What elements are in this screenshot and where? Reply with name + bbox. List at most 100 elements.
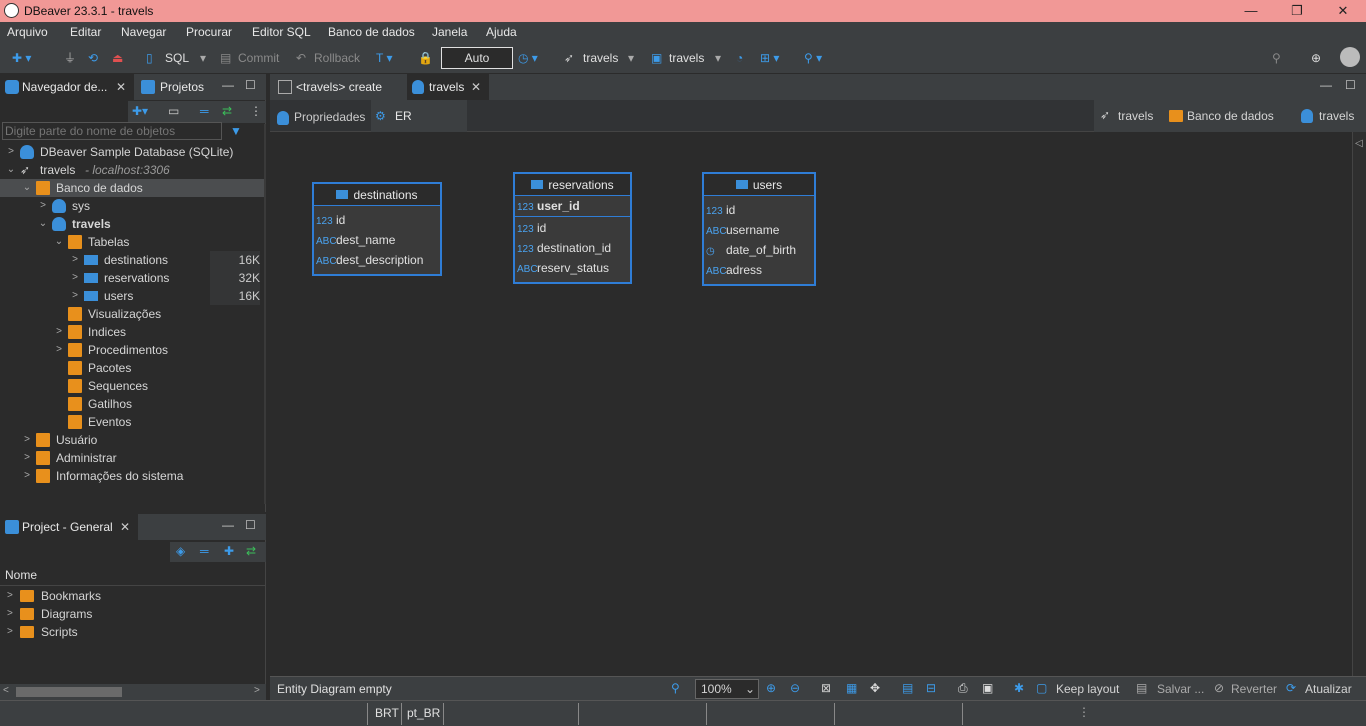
maximize-editor-icon[interactable]: ☐ (1345, 78, 1356, 92)
database-tasks-icon[interactable]: ⊞ ▾ (760, 48, 779, 68)
scrollbar-thumb[interactable] (16, 687, 122, 697)
tree-item[interactable]: > Informações do sistema (0, 467, 264, 485)
minimize-button[interactable]: — (1228, 0, 1274, 22)
lock-icon[interactable]: 🔒 (418, 48, 433, 68)
column-row[interactable]: ABCreserv_status (515, 258, 630, 278)
refresh-button[interactable]: Atualizar (1305, 682, 1352, 696)
collapse-all-icon[interactable]: ═ (200, 104, 209, 118)
maximize-panel-icon[interactable]: ☐ (245, 78, 256, 92)
sql-editor-icon[interactable]: ▯ (146, 48, 153, 68)
column-row[interactable]: 123 id (515, 218, 630, 238)
scroll-right-icon[interactable]: > (254, 685, 260, 696)
zoom-in-icon[interactable]: ⊕ (766, 681, 776, 695)
menu-ajuda[interactable]: Ajuda (486, 25, 517, 39)
chevron-right-icon[interactable]: > (7, 623, 13, 641)
chevron-right-icon[interactable]: > (70, 287, 80, 305)
chevron-right-icon[interactable]: > (22, 431, 32, 449)
tree-item[interactable]: Pacotes (0, 359, 264, 377)
move-icon[interactable]: ✥ (870, 681, 880, 695)
breadcrumb-connection[interactable]: travels (1118, 109, 1153, 123)
tree-item[interactable]: Eventos (0, 413, 264, 431)
breadcrumb-database[interactable]: travels (1319, 109, 1354, 123)
chevron-right-icon[interactable]: > (22, 449, 32, 467)
chevron-right-icon[interactable]: > (70, 251, 80, 269)
sql-dropdown-icon[interactable]: ▾ (200, 48, 206, 68)
chevron-down-icon[interactable]: ⌄ (6, 161, 16, 179)
fit-page-icon[interactable]: ⊠ (821, 681, 831, 695)
revert-icon[interactable]: ⊘ (1214, 681, 1224, 695)
scroll-left-icon[interactable]: < (3, 685, 9, 696)
column-row[interactable]: ABCdest_name (314, 230, 440, 250)
new-connection-icon[interactable]: ✚ ▾ (12, 48, 31, 68)
chevron-right-icon[interactable]: > (6, 143, 16, 161)
history-icon[interactable]: ◷ ▾ (518, 48, 538, 68)
search-tool-icon[interactable]: ⚲ ▾ (804, 48, 822, 68)
menu-editar[interactable]: Editar (70, 25, 101, 39)
chevron-down-icon[interactable]: ⌄ (38, 215, 48, 233)
entity-header[interactable]: users (704, 174, 814, 196)
connect-icon[interactable]: ⏚ (64, 48, 76, 68)
link-icon[interactable]: ⇄ (246, 544, 256, 558)
minimize-editor-icon[interactable]: — (1320, 78, 1332, 92)
status-drag-handle-icon[interactable]: ⋮ (1078, 705, 1090, 719)
column-row[interactable]: ABCusername (704, 220, 814, 240)
chevron-left-icon[interactable]: ◁ (1355, 138, 1363, 149)
rollback-button[interactable]: Rollback (314, 48, 360, 68)
chevron-right-icon[interactable]: > (70, 269, 80, 287)
column-header-nome[interactable]: Nome (0, 564, 266, 586)
tab-navegador[interactable]: Navegador de... ✕ (0, 74, 134, 100)
zoom-out-icon[interactable]: ⊖ (790, 681, 800, 695)
tree-item[interactable]: Sequences (0, 377, 264, 395)
configure-icon[interactable]: ◈ (176, 544, 185, 558)
arrange-icon[interactable]: ⊟ (926, 681, 936, 695)
view-menu-icon[interactable]: ⋮ (250, 104, 262, 118)
avatar[interactable] (1340, 47, 1360, 67)
entity-header[interactable]: destinations (314, 184, 440, 206)
tab-project-general[interactable]: Project - General ✕ (0, 514, 138, 540)
search-icon[interactable]: ⚲ (1272, 48, 1281, 68)
breadcrumb-folder[interactable]: Banco de dados (1187, 109, 1274, 123)
tree-item[interactable]: Visualizações (0, 305, 264, 323)
tree-item[interactable]: > users 16K (0, 287, 264, 305)
commit-button[interactable]: Commit (238, 48, 279, 68)
collapse-icon[interactable]: ═ (200, 544, 209, 558)
column-row[interactable]: ABCadress (704, 260, 814, 280)
column-row[interactable]: 123 destination_id (515, 238, 630, 258)
entity-destinations[interactable]: destinations 123 id ABCdest_name ABCdest_des… (312, 182, 442, 276)
tab-travels[interactable]: travels ✕ (407, 74, 489, 100)
transaction-mode-field[interactable]: Auto (441, 47, 513, 69)
column-row[interactable]: ABCdest_description (314, 250, 440, 270)
dashboard-icon[interactable]: ◔ (736, 48, 743, 68)
menu-procurar[interactable]: Procurar (186, 25, 232, 39)
palette-collapse-bar[interactable]: ◁ (1352, 132, 1366, 677)
tree-item[interactable]: > reservations 32K (0, 269, 264, 287)
chevron-right-icon[interactable]: > (54, 323, 64, 341)
open-perspective-icon[interactable]: ⊕ (1311, 48, 1321, 68)
layout-settings-icon[interactable]: ✱ (1014, 681, 1024, 695)
entity-reservations[interactable]: reservations 123 user_id 123 id 123 destinatio… (513, 172, 632, 284)
menu-janela[interactable]: Janela (432, 25, 467, 39)
refresh-icon[interactable]: ⟳ (1286, 681, 1296, 695)
chevron-right-icon[interactable]: > (22, 467, 32, 485)
er-diagram-canvas[interactable]: destinations 123 id ABCdest_name ABCdest_des… (270, 132, 1350, 677)
key-column-row[interactable]: 123 user_id (515, 196, 630, 216)
chevron-right-icon[interactable]: > (54, 341, 64, 359)
tree-item[interactable]: Gatilhos (0, 395, 264, 413)
navigator-scrollbar[interactable] (264, 124, 266, 504)
tree-item[interactable]: ⌄ Banco de dados (0, 179, 264, 197)
save-button[interactable]: Salvar ... (1157, 682, 1204, 696)
close-icon[interactable]: ✕ (116, 74, 126, 100)
chevron-right-icon[interactable]: > (7, 587, 13, 605)
menu-arquivo[interactable]: Arquivo (7, 25, 48, 39)
zoom-select[interactable]: 100% ⌄ (695, 679, 759, 699)
tree-item[interactable]: > Administrar (0, 449, 264, 467)
disconnect-icon[interactable]: ⏏ (112, 48, 123, 68)
menu-banco-de-dados[interactable]: Banco de dados (328, 25, 415, 39)
maximize-panel-icon[interactable]: ☐ (245, 518, 256, 532)
tree-item[interactable]: > sys (0, 197, 264, 215)
tree-item[interactable]: > DBeaver Sample Database (SQLite) (0, 143, 264, 161)
entity-header[interactable]: reservations (515, 174, 630, 196)
tree-item[interactable]: > destinations 16K (0, 251, 264, 269)
keep-layout-button[interactable]: Keep layout (1056, 682, 1119, 696)
notes-icon[interactable]: ▤ (902, 681, 913, 695)
